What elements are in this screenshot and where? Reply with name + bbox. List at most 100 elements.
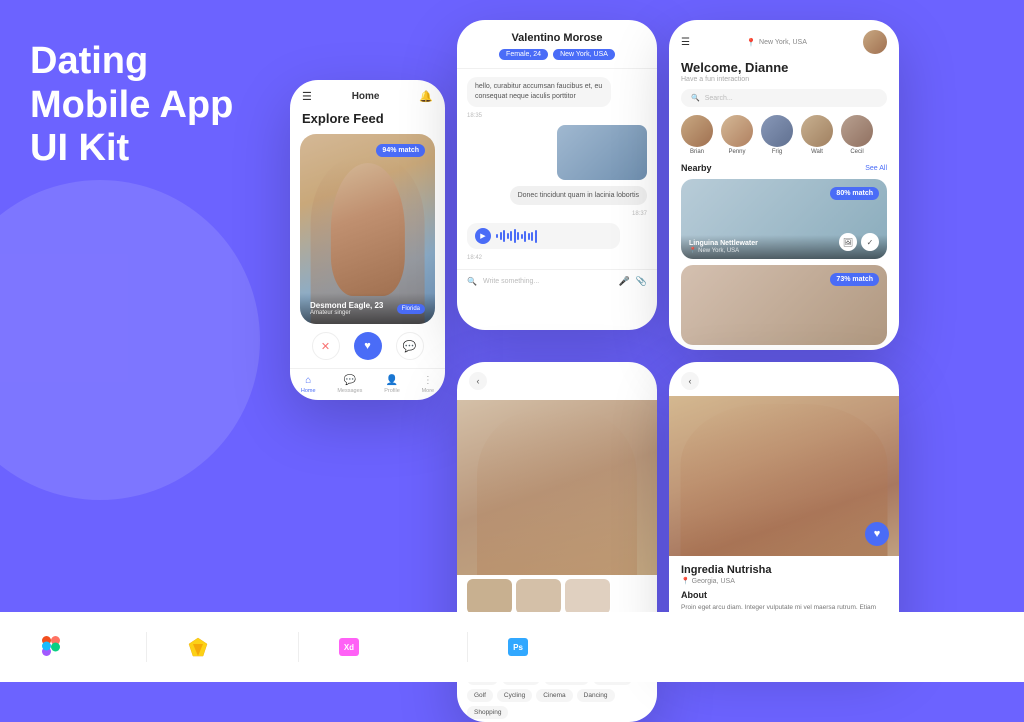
avatar-name-brian: Brian <box>690 149 704 155</box>
search-icon: 🔍 <box>691 94 700 102</box>
nav-profile[interactable]: 👤 Profile <box>384 375 400 394</box>
user-avatar[interactable] <box>863 30 887 54</box>
nearby-match-badge-2: 73% match <box>830 273 879 286</box>
thumb-3[interactable] <box>565 579 610 614</box>
title-section: Dating Mobile App UI Kit <box>30 40 250 171</box>
like-button[interactable]: ♥ <box>354 332 382 360</box>
avatar-frig[interactable]: Frig <box>761 115 793 155</box>
right-column: ☰ 📍 New York, USA Welcome, Dianne Have a… <box>669 20 899 652</box>
search-placeholder: Search... <box>705 95 733 102</box>
chat-bubble-1: hello, curabitur accumsan faucibus et, e… <box>467 77 611 107</box>
nearby-gallery-btn[interactable]: 🖼 <box>839 233 857 251</box>
welcome-sub: Have a fun interaction <box>669 76 899 89</box>
nav-more[interactable]: ⋮ More <box>422 375 435 394</box>
avatar-img-walt <box>801 115 833 147</box>
location-area: 📍 New York, USA <box>746 38 807 47</box>
wave-bar <box>524 231 526 242</box>
detail-name: Ingredia Nutrisha <box>681 564 887 576</box>
hobby-cinema[interactable]: Cinema <box>536 689 572 702</box>
main-layout: Dating Mobile App UI Kit ☰ Home 🔔 Explor… <box>0 0 1024 682</box>
avatar-penny[interactable]: Penny <box>721 115 753 155</box>
waveform <box>496 228 537 244</box>
xd-icon: Xd <box>339 638 359 656</box>
tool-adobexd: Xd Adobe XD <box>339 638 427 656</box>
hobby-cycling[interactable]: Cycling <box>497 689 532 702</box>
detail-location: 📍 Georgia, USA <box>681 577 887 585</box>
see-all-link[interactable]: See All <box>865 165 887 172</box>
phone1-nav: ⌂ Home 💬 Messages 👤 Profile ⋮ More <box>290 368 445 400</box>
hamburger-icon-2[interactable]: ☰ <box>681 37 690 48</box>
thumb-1[interactable] <box>467 579 512 614</box>
location-label: New York, USA <box>759 39 807 46</box>
message-button[interactable]: 💬 <box>396 332 424 360</box>
hobby-dancing[interactable]: Dancing <box>577 689 615 702</box>
welcome-title: Welcome, Dianne <box>669 58 899 76</box>
wave-bar <box>531 232 533 241</box>
chat-person-name: Valentino Morose <box>511 32 602 44</box>
chat-messages: hello, curabitur accumsan faucibus et, e… <box>457 69 657 269</box>
wave-bar <box>521 234 523 239</box>
search-icon: 🔍 <box>467 277 477 286</box>
chat-tag-gender: Female, 24 <box>499 49 548 60</box>
play-button[interactable]: ▶ <box>475 228 491 244</box>
avatar-img-brian <box>681 115 713 147</box>
phone-chat: Valentino Morose Female, 24 New York, US… <box>457 20 657 330</box>
nearby-check-btn[interactable]: ✓ <box>861 233 879 251</box>
messages-icon: 💬 <box>344 375 356 386</box>
wave-bar <box>507 233 509 239</box>
nav-home[interactable]: ⌂ Home <box>301 375 316 394</box>
chat-media-image <box>557 125 647 180</box>
back-button-2[interactable]: ‹ <box>681 372 699 390</box>
nav-profile-label: Profile <box>384 388 400 394</box>
home-icon: ⌂ <box>305 375 311 386</box>
action-buttons: ✕ ♥ 💬 <box>290 324 445 368</box>
hobby-shopping[interactable]: Shopping <box>467 706 508 719</box>
bell-icon[interactable]: 🔔 <box>419 90 433 103</box>
profile-card: 94% match Desmond Eagle, 23 Amateur sing… <box>300 134 435 324</box>
nearby-match-badge-1: 80% match <box>830 187 879 200</box>
chat-input-area[interactable]: 🔍 Write something... 🎤 📎 <box>457 269 657 293</box>
match-badge: 94% match <box>376 144 425 157</box>
hamburger-icon[interactable]: ☰ <box>302 90 312 103</box>
wave-bar <box>514 229 516 243</box>
phones-container: ☰ Home 🔔 Explore Feed 94% match Desmond … <box>280 0 1024 682</box>
phone-welcome: ☰ 📍 New York, USA Welcome, Dianne Have a… <box>669 20 899 350</box>
chat-header: Valentino Morose Female, 24 New York, US… <box>457 20 657 69</box>
dislike-button[interactable]: ✕ <box>312 332 340 360</box>
avatar-walt[interactable]: Walt <box>801 115 833 155</box>
back-button[interactable]: ‹ <box>469 372 487 390</box>
profile-icon: 👤 <box>386 375 398 386</box>
phone1-header: ☰ Home 🔔 <box>290 80 445 107</box>
avatar-brian[interactable]: Brian <box>681 115 713 155</box>
divider-3 <box>467 632 468 662</box>
nearby-header: Nearby See All <box>681 163 887 173</box>
chat-tag-location: New York, USA <box>553 49 615 60</box>
phone1-title: Home <box>352 91 380 102</box>
detail-image: ♥ <box>669 396 899 556</box>
location-pin-icon: 📍 <box>746 38 756 47</box>
avatar-cecil[interactable]: Cecil <box>841 115 873 155</box>
hobby-golf[interactable]: Golf <box>467 689 493 702</box>
detail-back: ‹ <box>669 362 899 396</box>
welcome-header: ☰ 📍 New York, USA <box>669 20 899 58</box>
heart-button[interactable]: ♥ <box>865 522 889 546</box>
ps-icon: Ps <box>508 638 528 656</box>
more-icon: ⋮ <box>423 375 433 386</box>
mic-icon[interactable]: 🎤 <box>619 276 630 287</box>
avatar-img-cecil <box>841 115 873 147</box>
chat-bubble-2: Donec tincidunt quam in lacinia lobortis <box>510 186 647 206</box>
thumb-2[interactable] <box>516 579 561 614</box>
wave-bar <box>503 230 505 242</box>
location-badge: Florida <box>397 304 425 314</box>
nearby-title: Nearby <box>681 163 712 173</box>
search-bar[interactable]: 🔍 Search... <box>681 89 887 107</box>
chat-media-person <box>557 125 647 180</box>
nav-messages[interactable]: 💬 Messages <box>337 375 362 394</box>
phone-explore-feed: ☰ Home 🔔 Explore Feed 94% match Desmond … <box>290 80 445 400</box>
avatar-name-cecil: Cecil <box>850 149 863 155</box>
wave-bar <box>517 232 519 240</box>
tool-photoshop: Ps Photoshop <box>508 638 602 656</box>
voice-message: ▶ <box>467 223 620 249</box>
avatar-name-penny: Penny <box>728 149 745 155</box>
attachment-icon[interactable]: 📎 <box>636 276 647 287</box>
